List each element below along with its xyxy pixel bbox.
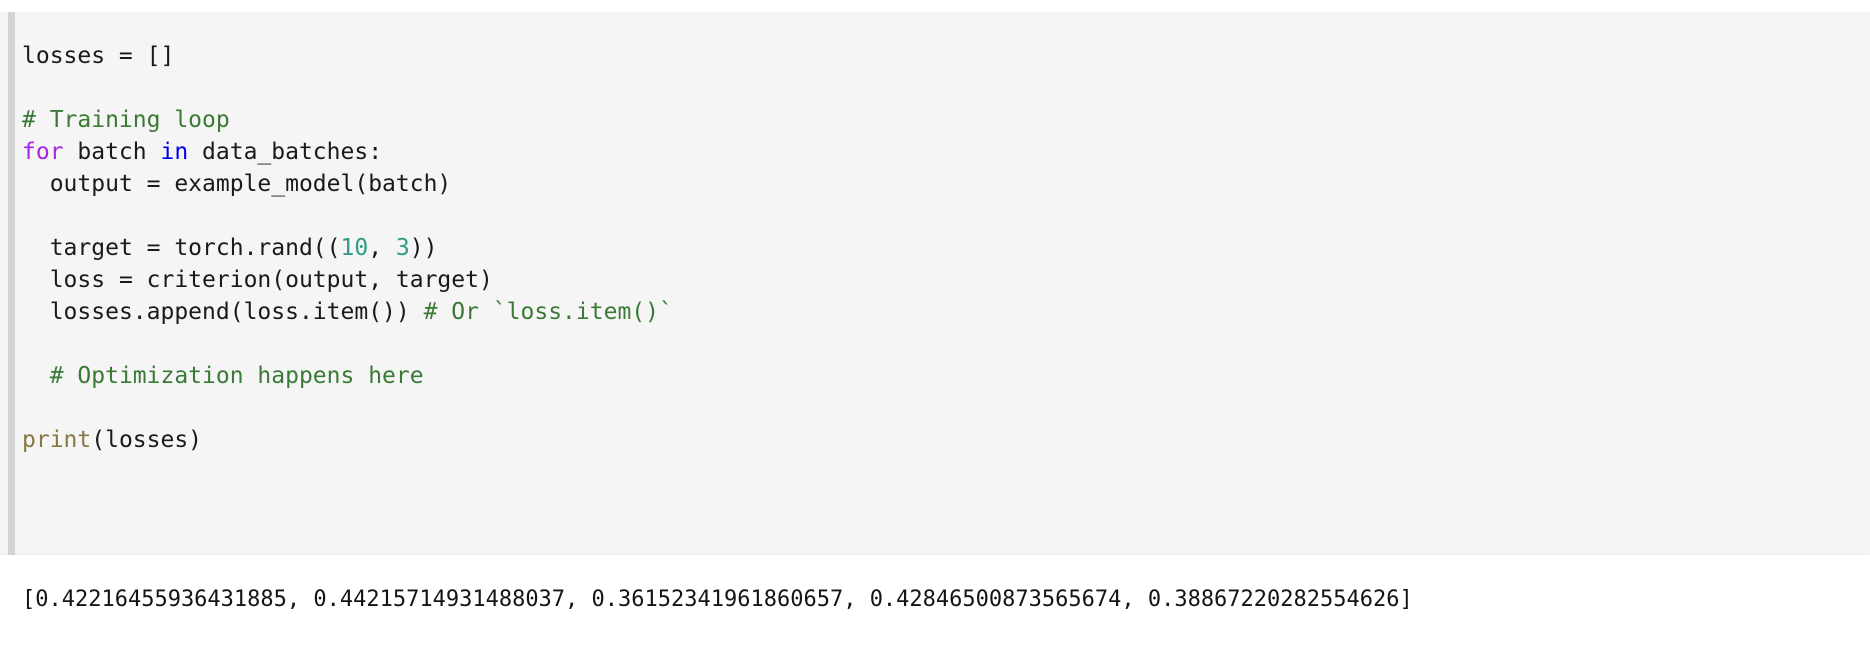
code-line: print(losses) [22,424,1870,456]
code-token-plain: )) [409,235,438,261]
code-token-plain: target = torch.rand(( [49,235,341,261]
code-token-plain: output = example_model(batch) [49,171,452,197]
code-token-plain: batch [63,139,161,165]
code-token-operator: in [160,139,189,165]
code-line: # Optimization happens here [22,360,1870,392]
code-token-plain: losses = [] [22,43,175,69]
cell-output-area: [0.42216455936431885, 0.4421571493148803… [0,555,1870,650]
code-line: losses.append(loss.item()) # Or `loss.it… [22,296,1870,328]
code-token-plain: (losses) [91,427,203,453]
code-token-comment: # Or `loss.item()` [423,299,673,325]
code-token-plain: , [368,235,396,261]
code-line: for batch in data_batches: [22,136,1870,168]
code-token-plain: loss = criterion(output, target) [49,267,493,293]
code-token-keyword: for [22,139,64,165]
code-line: output = example_model(batch) [22,168,1870,200]
cell-gutter-bar [8,12,15,555]
code-token-builtin: print [22,427,92,453]
code-line: losses = [] [22,40,1870,72]
code-token-plain: data_batches: [188,139,383,165]
code-line: loss = criterion(output, target) [22,264,1870,296]
notebook-code-cell: losses = [] # Training loop for batch in d… [0,0,1870,650]
stdout-output-text: [0.42216455936431885, 0.4421571493148803… [22,587,1413,612]
code-source[interactable]: losses = [] # Training loop for batch in d… [22,40,1870,456]
code-token-comment: # Optimization happens here [49,363,424,389]
code-line: # Training loop [22,104,1870,136]
code-token-comment: # Training loop [22,107,230,133]
code-token-number: 3 [395,235,410,261]
code-editor-area[interactable]: losses = [] # Training loop for batch in d… [0,12,1870,555]
code-token-plain: losses.append(loss.item()) [49,299,424,325]
code-token-number: 10 [340,235,369,261]
code-line: target = torch.rand((10, 3)) [22,232,1870,264]
